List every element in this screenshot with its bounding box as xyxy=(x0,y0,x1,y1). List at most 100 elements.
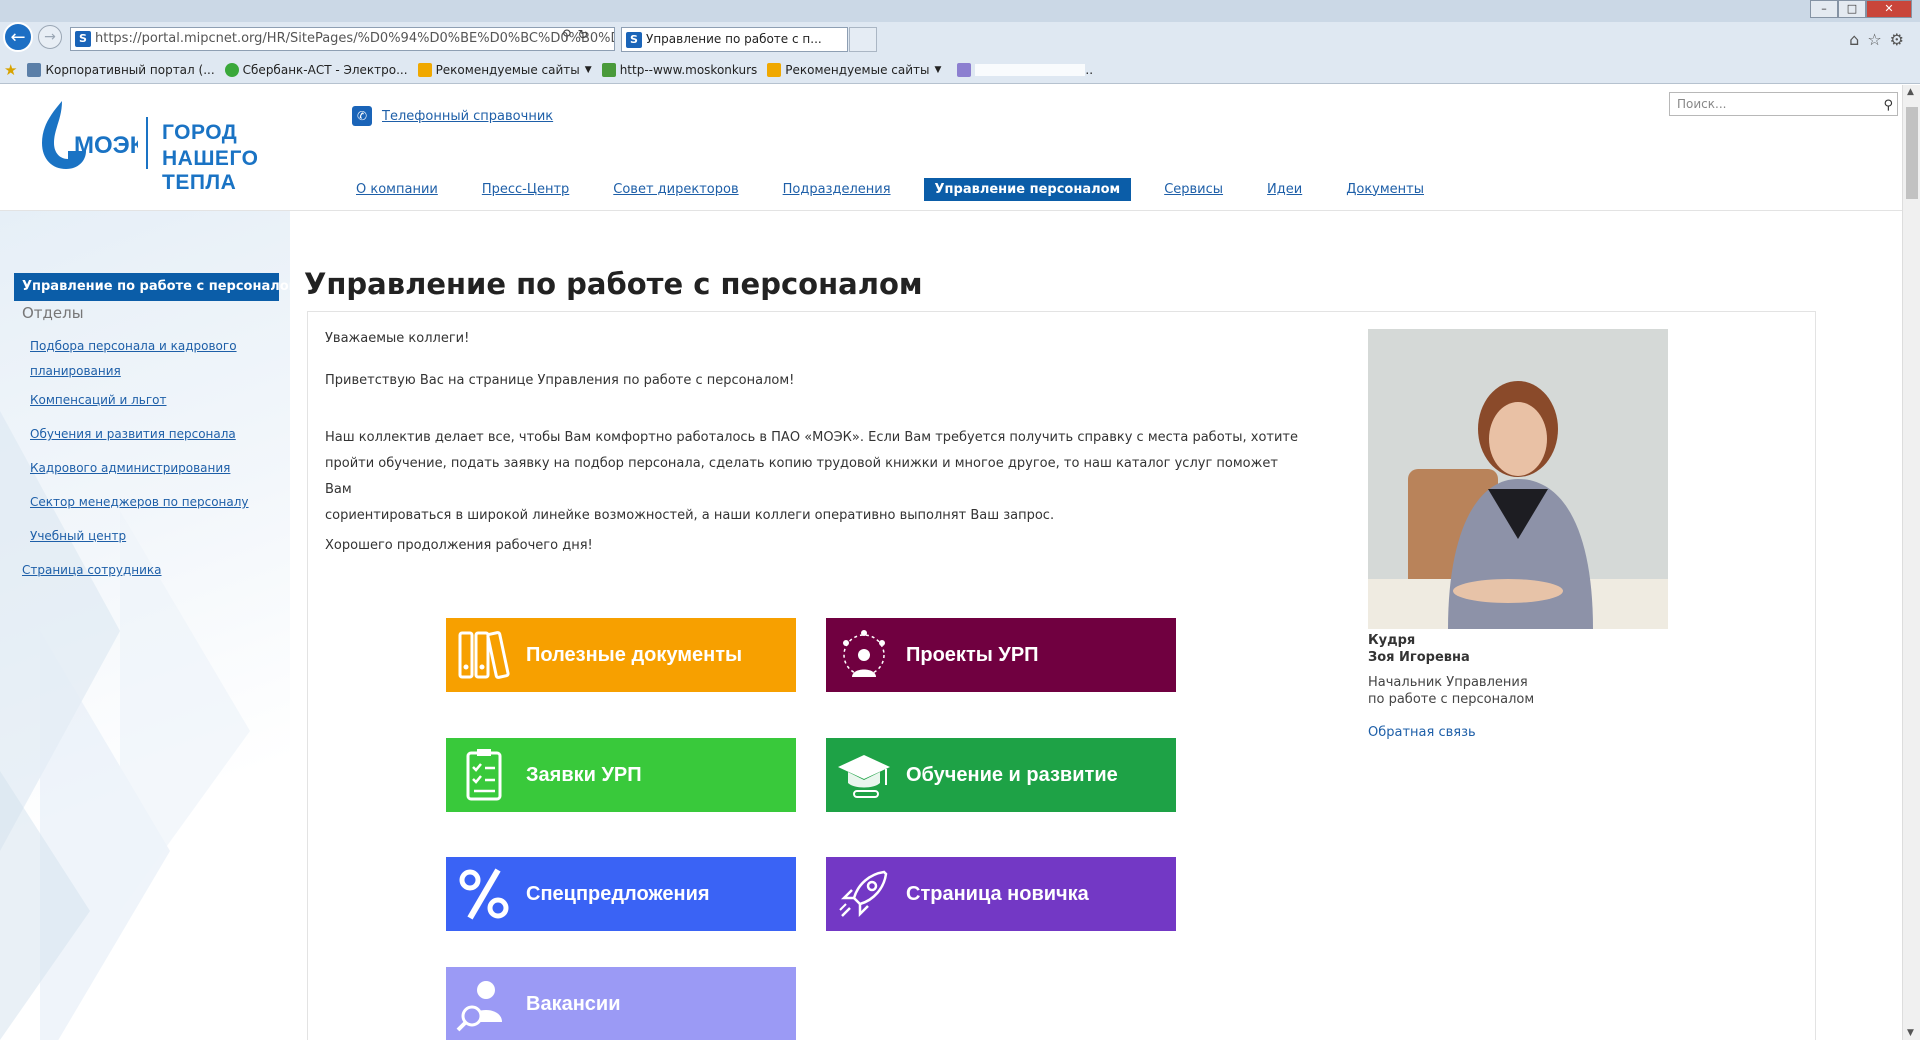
document-icon xyxy=(27,63,42,77)
site-icon xyxy=(601,63,616,77)
sidebar-item-hr-department[interactable]: Управление по работе с персоналом xyxy=(14,273,299,301)
header-divider xyxy=(0,210,1902,211)
arrow-left-icon: ← xyxy=(10,26,26,48)
search-icon[interactable]: ⚲ xyxy=(1883,95,1893,117)
sidebar-item-training-center[interactable]: Учебный центр xyxy=(30,529,126,543)
moek-flame-icon: МОЭК xyxy=(42,101,138,169)
link-icon xyxy=(957,63,972,77)
welcome-text: Приветствую Вас на странице Управления п… xyxy=(325,373,795,388)
top-navigation: О компании Пресс-Центр Совет директоров … xyxy=(356,177,1468,201)
favorite-folder[interactable]: Рекомендуемые сайты ▼ xyxy=(767,63,941,77)
tile-training-development[interactable]: Обучение и развитие xyxy=(826,738,1176,812)
search-icon[interactable]: ⚲ xyxy=(562,28,578,43)
favorites-bar: ★ Корпоративный портал (... Сбербанк-АСТ… xyxy=(0,57,1920,83)
tile-label: Заявки УРП xyxy=(526,763,642,786)
search-input[interactable]: Поиск... ⚲ xyxy=(1669,92,1898,116)
tile-useful-documents[interactable]: Полезные документы xyxy=(446,618,796,692)
network-person-icon xyxy=(843,630,885,677)
minimize-button[interactable]: – xyxy=(1810,0,1838,18)
tile-label: Вакансии xyxy=(526,992,621,1015)
sidebar-item-recruitment[interactable]: Подбора персонала и кадрового планирован… xyxy=(30,334,237,384)
nav-item-services[interactable]: Сервисы xyxy=(1164,182,1223,197)
address-url: https://portal.mipcnet.org/HR/SitePages/… xyxy=(95,31,615,46)
chevron-down-icon: ▼ xyxy=(584,65,592,75)
manager-role: Начальник Управления xyxy=(1368,675,1528,690)
tile-label: Проекты УРП xyxy=(906,643,1039,666)
favorite-link[interactable]: Сбербанк-АСТ - Электро... xyxy=(224,63,408,77)
logo-divider xyxy=(146,117,148,169)
graduation-cap-icon xyxy=(838,755,890,798)
address-tools: ⚲↻ xyxy=(562,28,594,43)
home-icon[interactable]: ⌂ xyxy=(1849,30,1867,49)
sidebar-item-employee-page[interactable]: Страница сотрудника xyxy=(22,563,162,577)
refresh-icon[interactable]: ↻ xyxy=(578,28,595,43)
tile-label: Полезные документы xyxy=(526,643,743,666)
background-tabstrip xyxy=(0,0,1920,22)
sidebar-item-hr-admin[interactable]: Кадрового администрирования xyxy=(30,461,230,475)
sidebar-item-compensation[interactable]: Компенсаций и льгот xyxy=(30,393,167,407)
phone-directory-link[interactable]: ✆ Телефонный справочник xyxy=(352,106,553,126)
nav-item-documents[interactable]: Документы xyxy=(1346,182,1424,197)
forward-button[interactable]: → xyxy=(38,25,62,49)
folders-icon xyxy=(458,631,510,679)
scroll-up-icon[interactable]: ▲ xyxy=(1907,87,1914,97)
nav-item-board[interactable]: Совет директоров xyxy=(613,182,738,197)
tile-urp-requests[interactable]: Заявки УРП xyxy=(446,738,796,812)
browser-toolbar-icons: ⌂☆⚙ xyxy=(1849,30,1912,49)
scrollbar-thumb[interactable] xyxy=(1906,107,1918,199)
logo-mark-text: МОЭК xyxy=(74,132,138,159)
sidebar-group-heading: Отделы xyxy=(22,304,84,322)
tile-vacancies[interactable]: Вакансии xyxy=(446,967,796,1040)
favorite-folder[interactable]: Рекомендуемые сайты ▼ xyxy=(417,63,592,77)
tab-current[interactable]: S Управление по работе с п... × xyxy=(621,27,848,52)
nav-item-hr-management[interactable]: Управление персоналом xyxy=(923,177,1132,201)
sidebar-item-hr-managers[interactable]: Сектор менеджеров по персоналу xyxy=(30,495,249,509)
manager-name: Зоя Игоревна xyxy=(1368,650,1470,665)
logo-text-line1: ГОРОД xyxy=(162,121,238,144)
greeting-text: Уважаемые коллеги! xyxy=(325,331,470,346)
close-window-button[interactable]: ✕ xyxy=(1866,0,1912,18)
sharepoint-favicon-icon: S xyxy=(626,32,642,48)
tile-newcomer-page[interactable]: Страница новичка xyxy=(826,857,1176,931)
company-logo[interactable]: МОЭК ГОРОД НАШЕГО ТЕПЛА xyxy=(28,97,328,194)
arrow-right-icon: → xyxy=(44,29,56,45)
tab-title: Управление по работе с п... xyxy=(646,32,822,46)
sber-icon xyxy=(224,63,239,77)
browser-chrome: – □ ✕ ← → S https://portal.mipcnet.org/H… xyxy=(0,0,1920,84)
manager-surname: Кудря xyxy=(1368,633,1416,648)
page-scrollbar[interactable]: ▲ ▼ xyxy=(1902,85,1920,1040)
sharepoint-favicon-icon: S xyxy=(75,31,91,47)
tile-special-offers[interactable]: Спецпредложения xyxy=(446,857,796,931)
window-controls: – □ ✕ xyxy=(1810,0,1912,18)
address-bar[interactable]: S https://portal.mipcnet.org/HR/SitePage… xyxy=(70,27,615,51)
intro-paragraph: Наш коллектив делает все, чтобы Вам комф… xyxy=(325,430,1298,523)
manager-role: по работе с персоналом xyxy=(1368,692,1535,707)
favorite-link[interactable]: .. xyxy=(957,63,1093,77)
nav-item-divisions[interactable]: Подразделения xyxy=(783,182,891,197)
favorites-star-add-icon[interactable]: ★ xyxy=(4,61,17,79)
chevron-down-icon: ▼ xyxy=(934,65,942,75)
sidebar-item-training[interactable]: Обучения и развития персонала xyxy=(30,427,236,441)
percent-icon xyxy=(459,868,509,920)
favorite-link[interactable]: http--www.moskonkurs xyxy=(601,63,757,77)
feedback-link[interactable]: Обратная связь xyxy=(1368,725,1476,740)
rocket-icon xyxy=(839,870,888,918)
checklist-icon xyxy=(466,749,502,801)
scroll-down-icon[interactable]: ▼ xyxy=(1907,1028,1914,1038)
page: МОЭК ГОРОД НАШЕГО ТЕПЛА ✆ Телефонный спр… xyxy=(0,85,1902,1040)
portrait-illustration xyxy=(1368,329,1668,629)
manager-photo xyxy=(1368,329,1668,629)
maximize-button[interactable]: □ xyxy=(1838,0,1866,18)
back-button[interactable]: ← xyxy=(3,22,33,52)
tile-urp-projects[interactable]: Проекты УРП xyxy=(826,618,1176,692)
nav-item-about[interactable]: О компании xyxy=(356,182,438,197)
favorites-star-icon[interactable]: ☆ xyxy=(1867,30,1889,49)
person-search-icon xyxy=(456,981,502,1032)
phone-icon: ✆ xyxy=(352,106,372,126)
favorite-link[interactable]: Корпоративный портал (... xyxy=(27,63,215,77)
nav-item-ideas[interactable]: Идеи xyxy=(1267,182,1302,197)
gear-icon[interactable]: ⚙ xyxy=(1890,30,1912,49)
nav-item-press-center[interactable]: Пресс-Центр xyxy=(482,182,569,197)
background-tab[interactable] xyxy=(40,2,190,22)
new-tab-button[interactable] xyxy=(849,27,877,52)
